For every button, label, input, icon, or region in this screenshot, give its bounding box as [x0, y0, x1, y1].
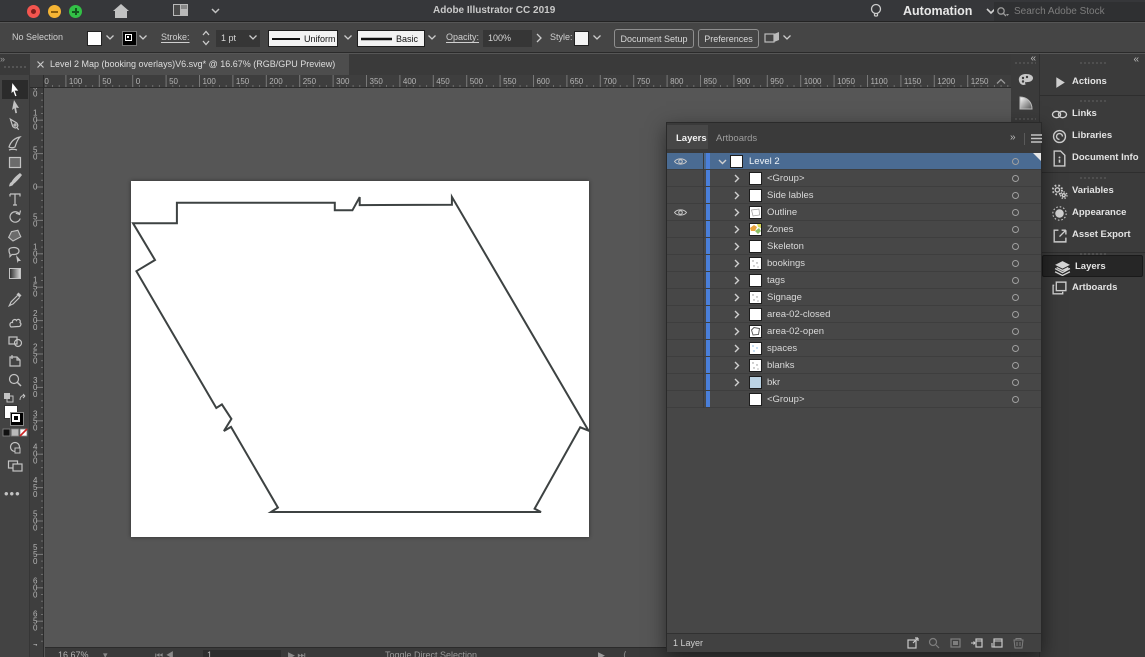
- svg-text:7: 7: [33, 643, 38, 646]
- svg-text:0: 0: [136, 77, 141, 86]
- svg-text:150: 150: [44, 77, 49, 86]
- svg-text:350: 350: [370, 77, 384, 86]
- svg-text:0: 0: [33, 153, 38, 162]
- svg-text:1200: 1200: [937, 77, 955, 86]
- svg-text:0: 0: [33, 89, 38, 98]
- svg-text:900: 900: [737, 77, 751, 86]
- svg-text:400: 400: [403, 77, 417, 86]
- svg-text:0: 0: [33, 624, 38, 633]
- svg-text:0: 0: [33, 323, 38, 332]
- svg-text:650: 650: [570, 77, 584, 86]
- svg-text:300: 300: [336, 77, 350, 86]
- svg-text:200: 200: [269, 77, 283, 86]
- svg-text:1250: 1250: [971, 77, 989, 86]
- svg-text:0: 0: [33, 290, 38, 299]
- svg-text:1100: 1100: [871, 77, 889, 86]
- svg-text:500: 500: [470, 77, 484, 86]
- svg-text:50: 50: [102, 77, 111, 86]
- svg-text:800: 800: [670, 77, 684, 86]
- svg-text:950: 950: [770, 77, 784, 86]
- svg-text:0: 0: [33, 390, 38, 399]
- svg-text:1000: 1000: [804, 77, 822, 86]
- svg-text:550: 550: [503, 77, 517, 86]
- svg-text:0: 0: [33, 123, 38, 132]
- svg-text:0: 0: [33, 219, 38, 228]
- svg-text:0: 0: [33, 524, 38, 533]
- svg-text:0: 0: [33, 457, 38, 466]
- svg-text:0: 0: [33, 590, 38, 599]
- svg-text:100: 100: [69, 77, 83, 86]
- svg-text:0: 0: [33, 183, 38, 192]
- svg-text:1050: 1050: [837, 77, 855, 86]
- svg-text:850: 850: [704, 77, 718, 86]
- svg-text:0: 0: [33, 256, 38, 265]
- svg-text:100: 100: [203, 77, 217, 86]
- svg-text:450: 450: [436, 77, 450, 86]
- svg-text:750: 750: [637, 77, 651, 86]
- svg-text:0: 0: [33, 357, 38, 366]
- svg-text:0: 0: [33, 423, 38, 432]
- svg-text:0: 0: [33, 490, 38, 499]
- svg-text:600: 600: [537, 77, 551, 86]
- svg-text:250: 250: [303, 77, 317, 86]
- svg-text:50: 50: [169, 77, 178, 86]
- svg-text:700: 700: [603, 77, 617, 86]
- svg-text:1150: 1150: [904, 77, 922, 86]
- svg-text:0: 0: [33, 557, 38, 566]
- svg-text:150: 150: [236, 77, 250, 86]
